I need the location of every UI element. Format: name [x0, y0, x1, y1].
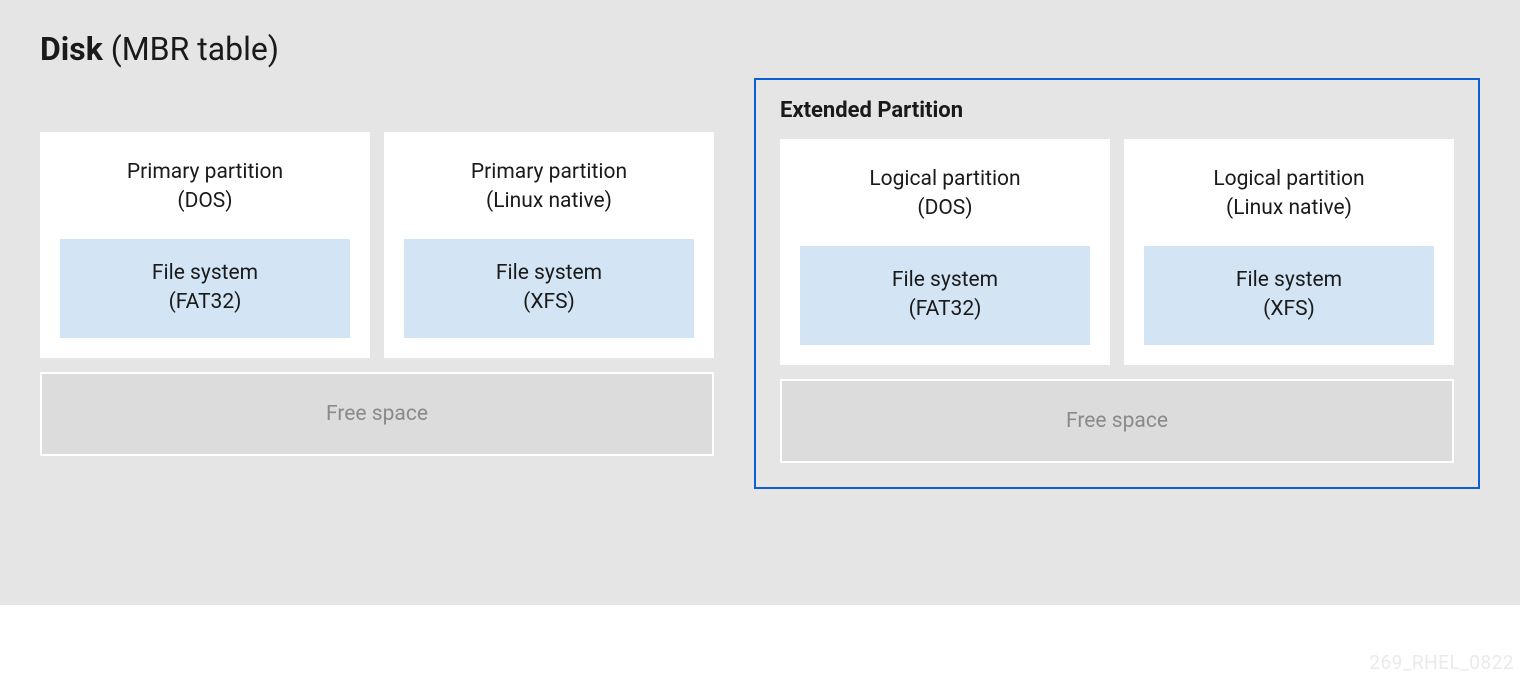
primary-partitions-section: Primary partition (DOS) File system (FAT…	[40, 96, 714, 489]
extended-partition-section: Extended Partition Logical partition (DO…	[754, 78, 1480, 489]
partition-type: (Linux native)	[1144, 194, 1434, 223]
partition-name: Primary partition	[404, 158, 694, 187]
partition-name: Logical partition	[1144, 165, 1434, 194]
filesystem-box: File system (XFS)	[404, 239, 694, 338]
disk-title-bold: Disk	[40, 30, 103, 68]
disk-container: Disk (MBR table) Primary partition (DOS)…	[0, 0, 1520, 605]
partition-header: Logical partition (DOS)	[800, 165, 1090, 224]
filesystem-box: File system (FAT32)	[60, 239, 350, 338]
filesystem-label: File system	[70, 259, 340, 288]
partition-name: Logical partition	[800, 165, 1090, 194]
partition-type: (DOS)	[60, 187, 350, 216]
partition-header: Primary partition (Linux native)	[404, 158, 694, 217]
filesystem-label: File system	[414, 259, 684, 288]
free-space-right: Free space	[780, 379, 1454, 463]
filesystem-box: File system (XFS)	[1144, 246, 1434, 345]
watermark: 269_RHEL_0822	[1369, 651, 1514, 674]
free-space-left: Free space	[40, 372, 714, 456]
main-row: Primary partition (DOS) File system (FAT…	[40, 96, 1480, 489]
partition-type: (DOS)	[800, 194, 1090, 223]
partition-name: Primary partition	[60, 158, 350, 187]
primary-partition-dos: Primary partition (DOS) File system (FAT…	[40, 132, 370, 358]
filesystem-type: (FAT32)	[810, 295, 1080, 324]
primary-partition-row: Primary partition (DOS) File system (FAT…	[40, 132, 714, 358]
logical-partition-dos: Logical partition (DOS) File system (FAT…	[780, 139, 1110, 365]
disk-title-rest: (MBR table)	[103, 30, 279, 68]
filesystem-type: (XFS)	[1154, 295, 1424, 324]
filesystem-label: File system	[1154, 266, 1424, 295]
logical-partition-linux: Logical partition (Linux native) File sy…	[1124, 139, 1454, 365]
filesystem-type: (FAT32)	[70, 288, 340, 317]
disk-title: Disk (MBR table)	[40, 30, 1480, 68]
filesystem-box: File system (FAT32)	[800, 246, 1090, 345]
filesystem-type: (XFS)	[414, 288, 684, 317]
logical-partition-row: Logical partition (DOS) File system (FAT…	[780, 139, 1454, 365]
extended-partition-title: Extended Partition	[780, 98, 1454, 123]
filesystem-label: File system	[810, 266, 1080, 295]
partition-header: Logical partition (Linux native)	[1144, 165, 1434, 224]
partition-type: (Linux native)	[404, 187, 694, 216]
partition-header: Primary partition (DOS)	[60, 158, 350, 217]
primary-partition-linux: Primary partition (Linux native) File sy…	[384, 132, 714, 358]
